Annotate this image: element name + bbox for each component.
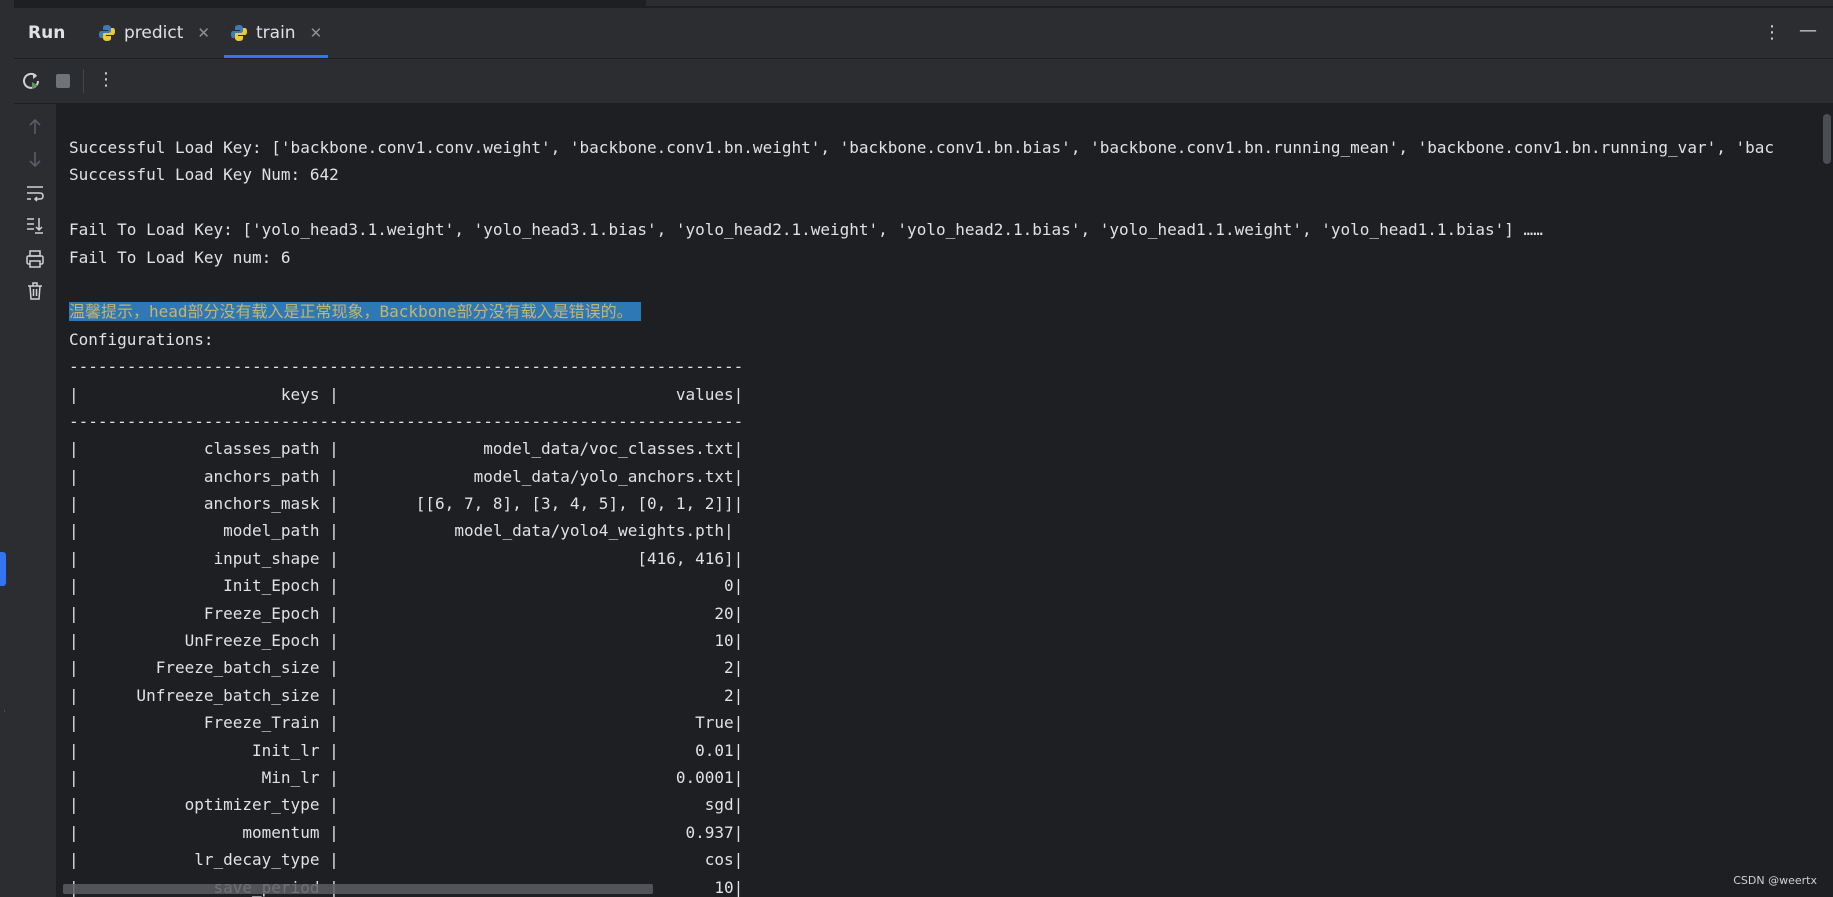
- tab-predict-label: predict: [124, 23, 184, 43]
- console-gutter: [14, 104, 57, 897]
- console-line: | optimizer_type | sgd|: [69, 795, 744, 815]
- console-text: Successful Load Key: ['backbone.conv1.co…: [69, 134, 1774, 897]
- tab-predict[interactable]: predict ✕: [98, 8, 210, 58]
- console-line: | keys | values|: [69, 384, 744, 404]
- console-line: Successful Load Key Num: 642: [69, 165, 339, 185]
- tab-train-label: train: [256, 23, 296, 43]
- console-line: | Freeze_batch_size | 2|: [69, 658, 744, 678]
- close-icon[interactable]: ✕: [197, 24, 210, 42]
- python-icon: [99, 25, 115, 41]
- console-line: | Init_Epoch | 0|: [69, 576, 744, 596]
- soft-wrap-icon[interactable]: [24, 182, 46, 204]
- console-line: | lr_decay_type | cos|: [69, 850, 744, 870]
- horizontal-scrollbar[interactable]: [63, 884, 653, 894]
- console-line: | anchors_mask | [[6, 7, 8], [3, 4, 5], …: [69, 494, 744, 514]
- console-line: | UnFreeze_Epoch | 10|: [69, 631, 744, 651]
- vertical-scrollbar[interactable]: [1823, 114, 1831, 164]
- top-strip-bar: [646, 0, 1833, 6]
- sidebar-accent-marker: [0, 552, 6, 586]
- active-tab-underline: [224, 55, 329, 58]
- trash-icon[interactable]: [24, 280, 46, 302]
- console-line: | Freeze_Train | True|: [69, 713, 744, 733]
- stop-icon[interactable]: [56, 74, 70, 88]
- run-toolbar: ⋮: [14, 59, 1833, 104]
- print-icon[interactable]: [24, 248, 46, 270]
- arrow-up-icon[interactable]: [24, 116, 46, 138]
- console-line: | momentum | 0.937|: [69, 822, 744, 842]
- run-panel-title: Run: [28, 23, 66, 43]
- close-icon[interactable]: ✕: [310, 24, 323, 42]
- sidebar-tick-icon: ·: [3, 707, 6, 717]
- console-line: | Min_lr | 0.0001|: [69, 767, 744, 787]
- console-line: | model_path | model_data/yolo4_weights.…: [69, 521, 734, 541]
- console-line: | anchors_path | model_data/yolo_anchors…: [69, 466, 744, 486]
- console-line: Configurations:: [69, 329, 214, 349]
- console-line: Fail To Load Key num: 6: [69, 247, 291, 267]
- more-options-icon[interactable]: ⋮: [97, 69, 115, 90]
- console-line: 温馨提示，head部分没有载入是正常现象，Backbone部分没有载入是错误的。: [69, 298, 1774, 325]
- top-strip: [14, 0, 1833, 8]
- console-line: Successful Load Key: ['backbone.conv1.co…: [69, 138, 1775, 157]
- toolbar-divider: [83, 69, 84, 93]
- console-line: | input_shape | [416, 416]|: [69, 548, 744, 568]
- python-icon: [231, 25, 247, 41]
- minimize-icon[interactable]: —: [1799, 20, 1817, 41]
- tab-train[interactable]: train ✕: [224, 8, 329, 58]
- console-line: | Freeze_Epoch | 20|: [69, 603, 744, 623]
- more-options-icon[interactable]: ⋮: [1763, 22, 1781, 43]
- rerun-icon[interactable]: [20, 70, 42, 92]
- selected-text: 温馨提示，head部分没有载入是正常现象，Backbone部分没有载入是错误的。: [69, 302, 641, 322]
- console-output[interactable]: Successful Load Key: ['backbone.conv1.co…: [57, 104, 1833, 897]
- scroll-to-end-icon[interactable]: [24, 214, 46, 236]
- console-line: ----------------------------------------…: [69, 357, 744, 377]
- run-panel-header: Run predict ✕ train ✕ ⋮ —: [14, 8, 1833, 59]
- console-line: ----------------------------------------…: [69, 411, 744, 431]
- console-line: | Unfreeze_batch_size | 2|: [69, 685, 744, 705]
- console-line: Fail To Load Key: ['yolo_head3.1.weight'…: [69, 220, 1543, 240]
- watermark: CSDN @weertx: [1733, 874, 1817, 887]
- outer-sidebar-strip: ·: [0, 0, 15, 897]
- console-line: | classes_path | model_data/voc_classes.…: [69, 439, 744, 459]
- arrow-down-icon[interactable]: [24, 148, 46, 170]
- console-line: | Init_lr | 0.01|: [69, 740, 744, 760]
